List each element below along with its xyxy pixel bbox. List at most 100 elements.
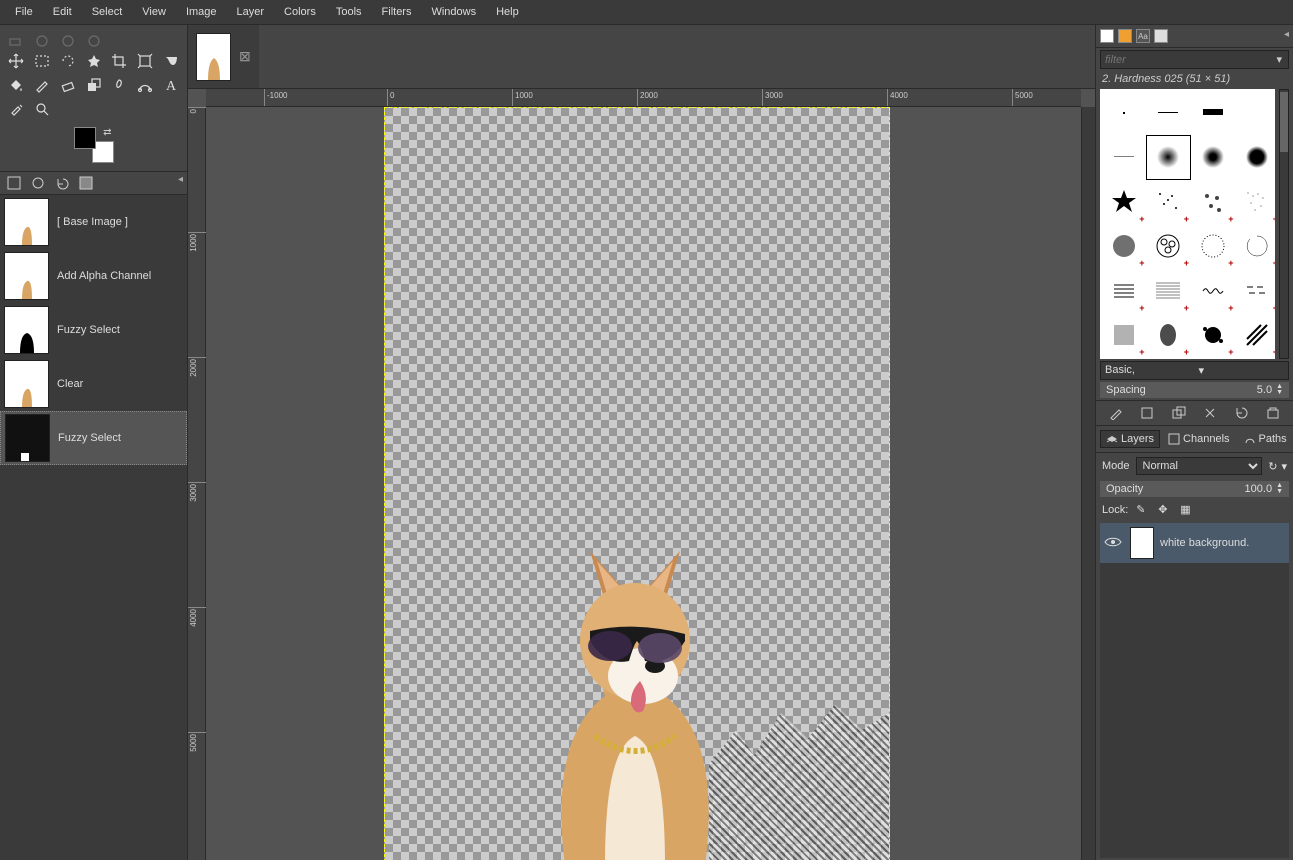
- eraser-tool[interactable]: [56, 74, 80, 96]
- brush-sponge[interactable]: +: [1102, 225, 1146, 269]
- edit-brush-icon[interactable]: [1108, 405, 1124, 421]
- brush-soft-050[interactable]: [1191, 136, 1235, 180]
- delete-brush-icon[interactable]: [1202, 405, 1218, 421]
- lock-pixels-icon[interactable]: ✎: [1136, 503, 1150, 517]
- smudge-tool[interactable]: [107, 74, 131, 96]
- lock-alpha-icon[interactable]: ▦: [1180, 503, 1194, 517]
- vertical-scrollbar[interactable]: [1081, 107, 1095, 860]
- brush-texture[interactable]: +: [1102, 314, 1146, 358]
- spacing-slider[interactable]: Spacing 5.0 ▲▼: [1100, 382, 1289, 398]
- history-tab-icon[interactable]: [1154, 29, 1168, 43]
- canvas-viewport[interactable]: [206, 107, 1081, 860]
- brush-empty[interactable]: [1236, 91, 1276, 135]
- history-item-fuzzy2[interactable]: Fuzzy Select: [0, 411, 187, 465]
- brush-scribble[interactable]: +: [1191, 269, 1235, 313]
- brush-diag[interactable]: +: [1236, 314, 1276, 358]
- device-tab[interactable]: [28, 174, 48, 192]
- foreground-color[interactable]: [74, 127, 96, 149]
- menu-file[interactable]: File: [6, 3, 42, 21]
- zoom-tool[interactable]: [30, 98, 54, 120]
- menu-view[interactable]: View: [133, 3, 175, 21]
- document-tab[interactable]: ⊠: [188, 25, 259, 88]
- brush-soft-075[interactable]: [1236, 136, 1276, 180]
- brush-dots[interactable]: +: [1191, 225, 1235, 269]
- brush-scrollbar[interactable]: [1279, 89, 1289, 359]
- spacing-spinner[interactable]: ▲▼: [1276, 384, 1283, 396]
- brush-splat[interactable]: +: [1191, 314, 1235, 358]
- menu-colors[interactable]: Colors: [275, 3, 325, 21]
- open-brush-icon[interactable]: [1265, 405, 1281, 421]
- opacity-spinner[interactable]: ▲▼: [1276, 483, 1283, 495]
- brush-thick[interactable]: [1191, 91, 1235, 135]
- menu-help[interactable]: Help: [487, 3, 528, 21]
- history-item-base[interactable]: [ Base Image ]: [0, 195, 187, 249]
- menu-edit[interactable]: Edit: [44, 3, 81, 21]
- brush-hatch2[interactable]: +: [1147, 269, 1191, 313]
- brush-line[interactable]: [1147, 91, 1191, 135]
- patterns-tab-icon[interactable]: [1118, 29, 1132, 43]
- brush-pixel[interactable]: [1102, 91, 1146, 135]
- crop-tool[interactable]: [107, 50, 131, 72]
- opacity-slider[interactable]: Opacity 100.0 ▲▼: [1100, 481, 1289, 497]
- mode-menu-icon[interactable]: ▾: [1281, 460, 1287, 473]
- chevron-down-icon[interactable]: ▾: [1193, 362, 1289, 379]
- blend-mode-select[interactable]: Normal: [1136, 457, 1263, 475]
- brush-hatch1[interactable]: +: [1102, 269, 1146, 313]
- lock-position-icon[interactable]: ✥: [1158, 503, 1172, 517]
- paintbrush-tool[interactable]: [30, 74, 54, 96]
- layer-item[interactable]: white background.: [1100, 523, 1289, 563]
- menu-select[interactable]: Select: [83, 3, 132, 21]
- menu-layer[interactable]: Layer: [228, 3, 274, 21]
- duplicate-brush-icon[interactable]: [1171, 405, 1187, 421]
- layers-tab[interactable]: Layers: [1100, 430, 1160, 448]
- history-item-alpha[interactable]: Add Alpha Channel: [0, 249, 187, 303]
- new-brush-icon[interactable]: [1139, 405, 1155, 421]
- menu-windows[interactable]: Windows: [422, 3, 485, 21]
- images-tab[interactable]: [76, 174, 96, 192]
- move-tool[interactable]: [4, 50, 28, 72]
- brush-cells[interactable]: +: [1147, 225, 1191, 269]
- brush-scatter3[interactable]: +: [1236, 180, 1276, 224]
- fonts-tab-icon[interactable]: Aa: [1136, 29, 1150, 43]
- brush-swirl[interactable]: +: [1236, 225, 1276, 269]
- transform-tool[interactable]: [133, 50, 157, 72]
- rect-select-tool[interactable]: [30, 50, 54, 72]
- brush-dashes[interactable]: +: [1236, 269, 1276, 313]
- brush-star[interactable]: +: [1102, 180, 1146, 224]
- tool-options-tab[interactable]: [4, 174, 24, 192]
- brush-preset-select[interactable]: Basic, ▾: [1100, 361, 1289, 380]
- brush-soft-025[interactable]: [1147, 136, 1191, 180]
- reset-mode-icon[interactable]: ↻: [1268, 460, 1277, 473]
- path-tool[interactable]: [133, 74, 157, 96]
- canvas[interactable]: [384, 107, 890, 860]
- visibility-icon[interactable]: [1104, 536, 1124, 551]
- history-item-clear[interactable]: Clear: [0, 357, 187, 411]
- brush-scatter1[interactable]: +: [1147, 180, 1191, 224]
- history-item-fuzzy1[interactable]: Fuzzy Select: [0, 303, 187, 357]
- fuzzy-select-tool[interactable]: [82, 50, 106, 72]
- right-dock-menu-icon[interactable]: ◂: [1284, 29, 1289, 43]
- menu-tools[interactable]: Tools: [327, 3, 371, 21]
- brushes-tab-icon[interactable]: [1100, 29, 1114, 43]
- vertical-ruler[interactable]: 0 1000 2000 3000 4000 5000: [188, 107, 206, 860]
- free-select-tool[interactable]: [56, 50, 80, 72]
- paths-tab[interactable]: Paths: [1238, 430, 1293, 448]
- bucket-tool[interactable]: [4, 74, 28, 96]
- undo-history-tab[interactable]: [52, 174, 72, 192]
- menu-image[interactable]: Image: [177, 3, 226, 21]
- brush-thin[interactable]: [1102, 136, 1146, 180]
- brush-filter-input[interactable]: [1101, 51, 1270, 68]
- text-tool[interactable]: A: [159, 74, 183, 96]
- brush-scatter2[interactable]: +: [1191, 180, 1235, 224]
- menu-filters[interactable]: Filters: [373, 3, 421, 21]
- left-dock-menu-icon[interactable]: ◂: [178, 174, 183, 192]
- refresh-brush-icon[interactable]: [1234, 405, 1250, 421]
- swap-colors-icon[interactable]: ⇄: [103, 127, 111, 138]
- chevron-down-icon[interactable]: ▾: [1270, 51, 1288, 68]
- channels-tab[interactable]: Channels: [1162, 430, 1235, 448]
- brush-charcoal[interactable]: +: [1147, 314, 1191, 358]
- warp-tool[interactable]: [159, 50, 183, 72]
- color-swatch[interactable]: ⇄: [74, 127, 114, 163]
- horizontal-ruler[interactable]: -1000 0 1000 2000 3000 4000 5000: [206, 89, 1081, 107]
- close-icon[interactable]: ⊠: [239, 48, 251, 65]
